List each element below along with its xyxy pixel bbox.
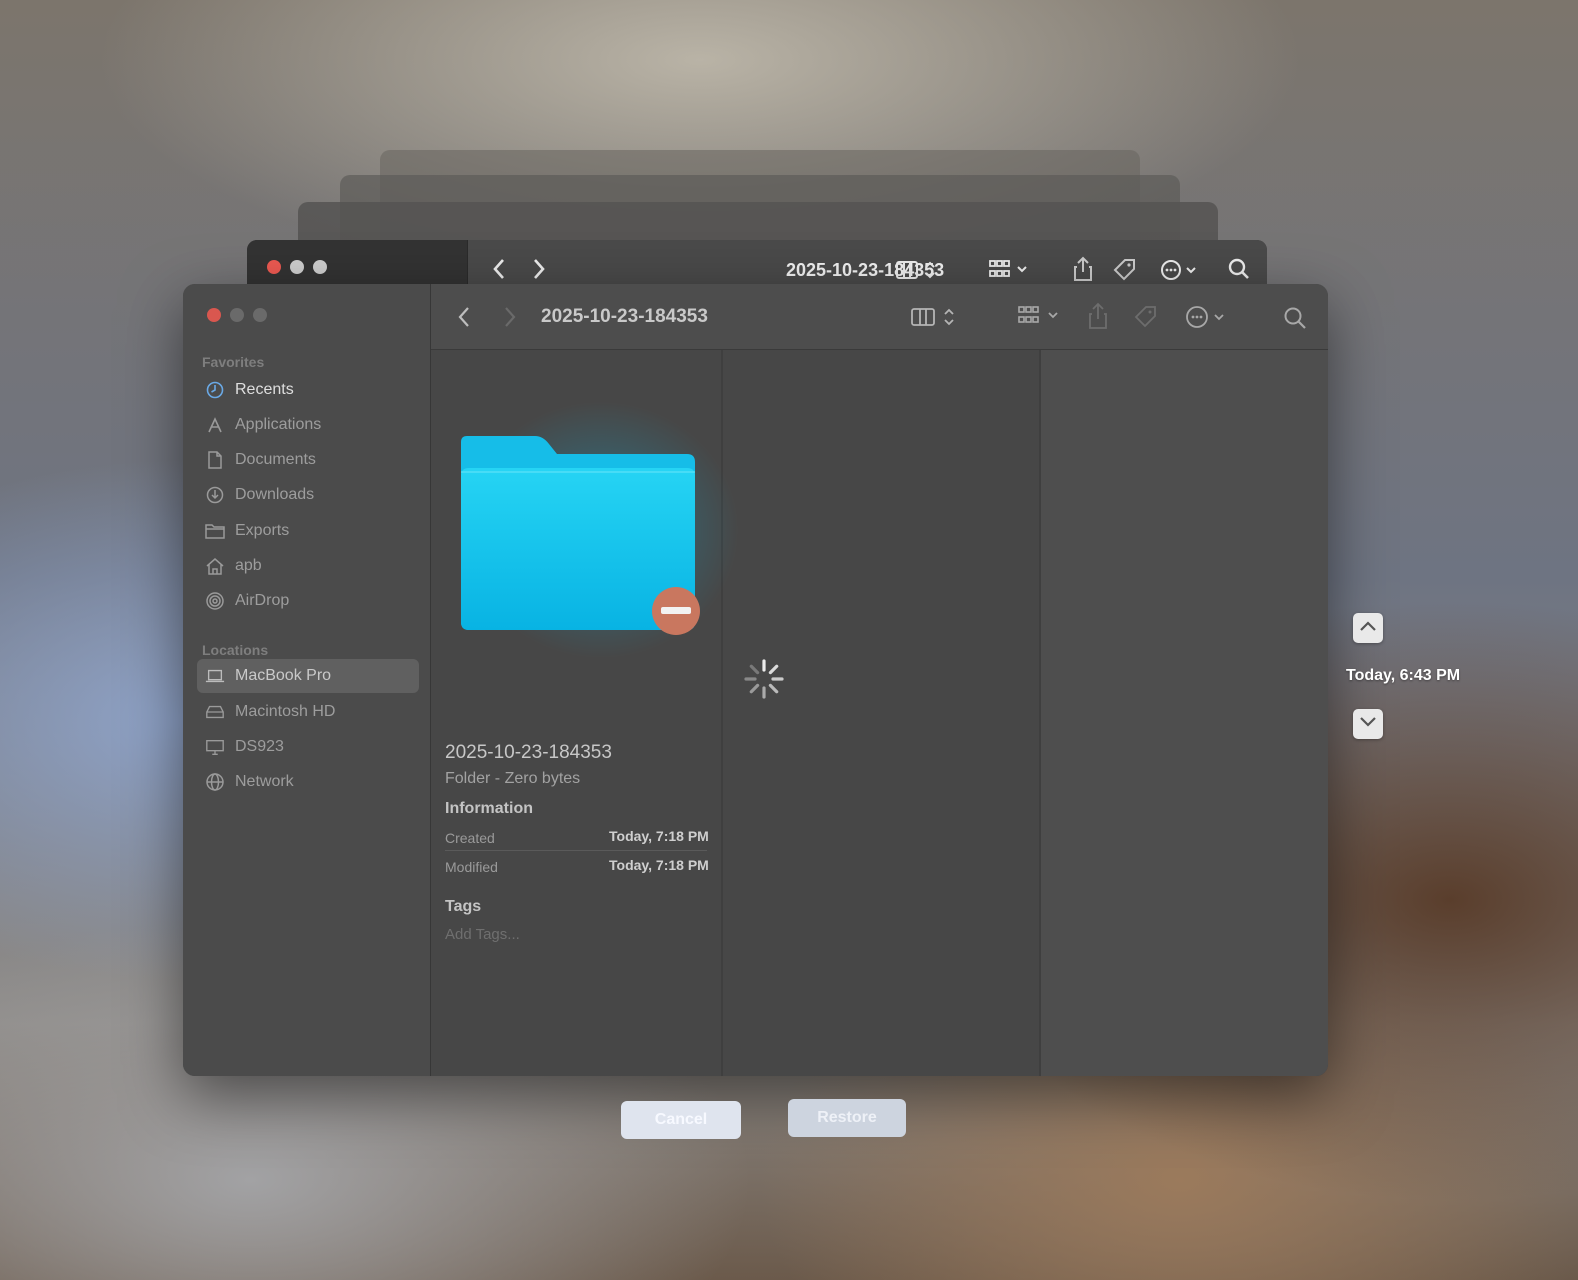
display-icon (205, 737, 225, 757)
minimize-button[interactable] (290, 260, 304, 274)
loading-spinner-icon (743, 658, 785, 705)
chevron-down-icon (1359, 715, 1377, 733)
chevron-up-icon (1359, 619, 1377, 637)
sidebar-item-label: MacBook Pro (235, 667, 332, 684)
tag-icon[interactable] (1112, 258, 1138, 282)
download-icon (205, 485, 225, 505)
search-icon[interactable] (1283, 306, 1307, 330)
add-tags-field[interactable]: Add Tags... (445, 926, 520, 943)
home-icon (205, 556, 225, 576)
empty-column (1041, 350, 1328, 1076)
sidebar-item-label: Exports (235, 522, 290, 539)
sidebar: Favorites Recents Applications Documents… (183, 284, 431, 1076)
sidebar-item-airdrop[interactable]: AirDrop (197, 584, 419, 618)
sidebar-item-label: Macintosh HD (235, 703, 336, 720)
more-icon[interactable] (1160, 258, 1200, 282)
tag-icon[interactable] (1133, 304, 1159, 330)
airdrop-icon (205, 591, 225, 611)
sidebar-item-macbook-pro[interactable]: MacBook Pro (197, 659, 419, 693)
chevron-right-icon[interactable] (503, 306, 517, 328)
minimize-button[interactable] (230, 308, 244, 322)
information-heading: Information (445, 800, 533, 817)
chevron-left-icon[interactable] (457, 306, 471, 328)
sidebar-item-ds923[interactable]: DS923 (197, 730, 419, 764)
sidebar-item-macintosh-hd[interactable]: Macintosh HD (197, 695, 419, 729)
sidebar-item-label: Network (235, 773, 294, 790)
applications-icon (205, 415, 225, 435)
document-icon (205, 450, 225, 470)
sidebar-item-downloads[interactable]: Downloads (197, 478, 419, 512)
disk-icon (205, 702, 225, 722)
timeline-up-button[interactable] (1353, 613, 1383, 643)
sidebar-item-label: Documents (235, 451, 316, 468)
sidebar-item-label: apb (235, 557, 262, 574)
sidebar-item-label: Recents (235, 381, 294, 398)
timeline-down-button[interactable] (1353, 709, 1383, 739)
restore-button[interactable]: Restore (788, 1099, 906, 1137)
created-value: Today, 7:18 PM (609, 828, 709, 844)
folder-icon (205, 521, 225, 541)
tags-heading: Tags (445, 898, 482, 915)
column-view-icon[interactable] (896, 260, 938, 280)
sidebar-item-label: DS923 (235, 738, 284, 755)
preview-pane: 2025-10-23-184353 Folder - Zero bytes In… (431, 350, 1328, 1076)
close-button[interactable] (207, 308, 221, 322)
column-divider[interactable] (1039, 350, 1041, 1076)
share-icon[interactable] (1072, 256, 1094, 282)
sidebar-item-label: Applications (235, 416, 322, 433)
locations-heading: Locations (202, 642, 269, 658)
close-button[interactable] (267, 260, 281, 274)
toolbar: 2025-10-23-184353 (431, 284, 1328, 350)
sidebar-item-network[interactable]: Network (197, 765, 419, 799)
more-icon[interactable] (1185, 304, 1229, 330)
sidebar-item-documents[interactable]: Documents (197, 443, 419, 477)
clock-icon (205, 380, 225, 400)
share-icon[interactable] (1087, 302, 1109, 330)
exclude-badge-icon (651, 586, 701, 641)
zoom-button[interactable] (253, 308, 267, 322)
sidebar-item-apb[interactable]: apb (197, 549, 419, 583)
item-kind: Folder - Zero bytes (445, 770, 581, 787)
sidebar-item-applications[interactable]: Applications (197, 408, 419, 442)
laptop-icon (205, 666, 225, 686)
search-icon[interactable] (1228, 258, 1250, 280)
column-view-icon[interactable] (911, 306, 959, 328)
sidebar-item-label: Downloads (235, 486, 315, 503)
chevron-right-icon[interactable] (532, 258, 546, 280)
zoom-button[interactable] (313, 260, 327, 274)
globe-icon (205, 772, 225, 792)
group-icon[interactable] (988, 258, 1030, 282)
group-icon[interactable] (1017, 304, 1063, 330)
info-divider (445, 850, 707, 851)
finder-window[interactable]: Favorites Recents Applications Documents… (183, 284, 1328, 1076)
item-name: 2025-10-23-184353 (445, 742, 612, 763)
sidebar-item-recents[interactable]: Recents (197, 373, 419, 407)
favorites-heading: Favorites (202, 354, 265, 370)
sidebar-item-exports[interactable]: Exports (197, 514, 419, 548)
modified-label: Modified (445, 859, 498, 875)
timeline-date: Today, 6:43 PM (1346, 667, 1461, 684)
modified-value: Today, 7:18 PM (609, 857, 709, 873)
sidebar-item-label: AirDrop (235, 592, 290, 609)
cancel-button[interactable]: Cancel (621, 1101, 741, 1139)
chevron-left-icon[interactable] (492, 258, 506, 280)
window-title: 2025-10-23-184353 (541, 306, 708, 327)
created-label: Created (445, 830, 495, 846)
